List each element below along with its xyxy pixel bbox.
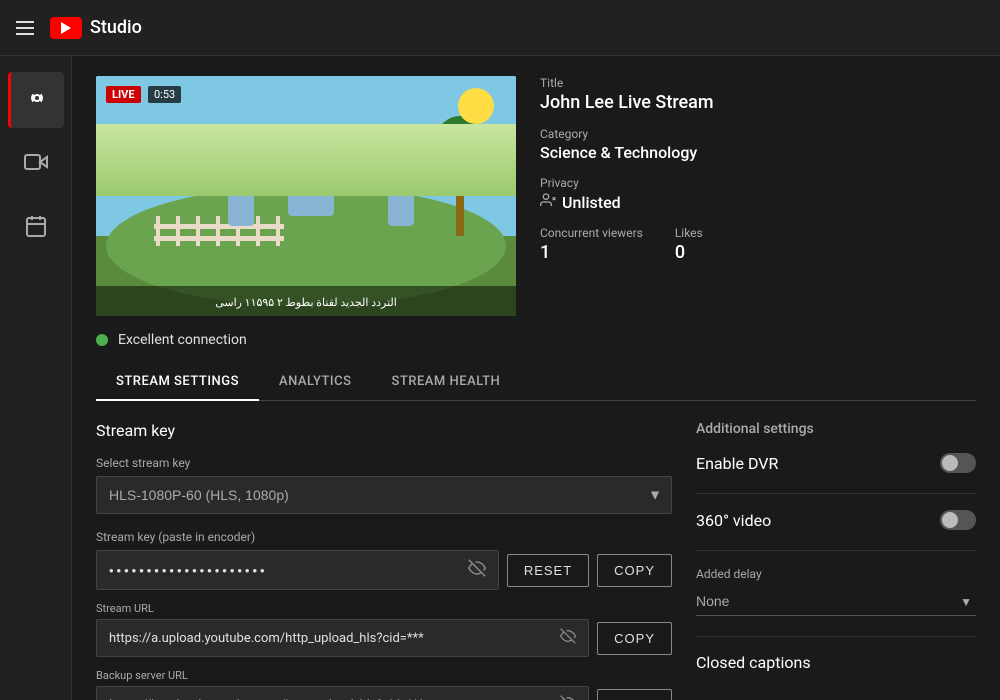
stream-key-row: RESET COPY	[96, 550, 672, 590]
concurrent-viewers: Concurrent viewers 1	[540, 226, 643, 263]
stream-url-field: https://a.upload.youtube.com/http_upload…	[96, 619, 589, 657]
privacy-value: Unlisted	[562, 193, 621, 212]
closed-captions-label: Closed captions	[696, 653, 811, 672]
camera-icon	[24, 150, 48, 179]
title-label: Title	[540, 76, 976, 90]
delay-label: Added delay	[696, 567, 976, 581]
delay-select-wrapper: None Low latency Normal latency ▼	[696, 587, 976, 616]
stream-key-input-wrapper	[96, 550, 499, 590]
sidebar-item-calendar[interactable]	[8, 200, 64, 256]
stream-key-select-wrapper: HLS-1080P-60 (HLS, 1080p) ▼	[96, 476, 672, 514]
stream-key-title: Stream key	[96, 421, 672, 440]
main-content: B! التردد الجديد لقناة بطوط ۲ ۱۱۵۹۵ راسى…	[72, 56, 1000, 700]
category-value: Science & Technology	[540, 143, 976, 162]
privacy-label: Privacy	[540, 176, 976, 190]
video-player: B! التردد الجديد لقناة بطوط ۲ ۱۱۵۹۵ راسى…	[96, 76, 516, 316]
backup-url-label: Backup server URL	[96, 669, 672, 682]
divider-3	[696, 636, 976, 637]
live-icon	[25, 86, 49, 115]
tab-stream-health[interactable]: STREAM HEALTH	[371, 364, 520, 401]
app-name: Studio	[90, 17, 142, 38]
tab-stream-settings[interactable]: STREAM SETTINGS	[96, 364, 259, 401]
stream-info: Title John Lee Live Stream Category Scie…	[540, 76, 976, 316]
top-section: B! التردد الجديد لقناة بطوط ۲ ۱۱۵۹۵ راسى…	[96, 76, 976, 316]
title-value: John Lee Live Stream	[540, 92, 976, 113]
backup-url-field: https://b.upload.youtube.com/http_upload…	[96, 686, 589, 700]
video360-toggle[interactable]	[940, 510, 976, 530]
stream-url-label: Stream URL	[96, 602, 672, 615]
connection-text: Excellent connection	[118, 332, 247, 348]
concurrent-value: 1	[540, 242, 643, 263]
visibility-toggle-icon[interactable]	[468, 559, 486, 581]
logo: Studio	[50, 17, 142, 39]
category-label: Category	[540, 127, 976, 141]
delay-select[interactable]: None Low latency Normal latency	[696, 587, 976, 616]
video360-setting-row: 360° video	[696, 510, 976, 530]
top-navigation: Studio	[0, 0, 1000, 56]
left-column: Stream key Select stream key HLS-1080P-6…	[96, 421, 672, 700]
sidebar-item-camera[interactable]	[8, 136, 64, 192]
stream-key-select[interactable]: HLS-1080P-60 (HLS, 1080p)	[96, 476, 672, 514]
copy-url-button[interactable]: COPY	[597, 622, 672, 655]
tab-analytics[interactable]: ANALYTICS	[259, 364, 372, 401]
privacy-icon	[540, 192, 556, 212]
privacy-row: Unlisted	[540, 192, 976, 212]
video360-label: 360° video	[696, 511, 771, 530]
tabs: STREAM SETTINGS ANALYTICS STREAM HEALTH	[96, 364, 976, 401]
right-column: Additional settings Enable DVR 360° vide…	[696, 421, 976, 700]
time-badge: 0:53	[148, 86, 181, 103]
select-label: Select stream key	[96, 456, 672, 470]
likes-label: Likes	[675, 226, 703, 240]
live-badge: LIVE	[106, 86, 141, 103]
video-thumbnail: B! التردد الجديد لقناة بطوط ۲ ۱۱۵۹۵ راسى	[96, 76, 516, 316]
stats-row: Concurrent viewers 1 Likes 0	[540, 226, 976, 263]
backup-url-mask-icon[interactable]	[560, 695, 576, 700]
reset-button[interactable]: RESET	[507, 554, 589, 587]
dvr-label: Enable DVR	[696, 454, 778, 473]
sidebar-item-live[interactable]	[8, 72, 64, 128]
stream-url-mask-icon[interactable]	[560, 628, 576, 648]
stream-key-input[interactable]	[109, 563, 468, 578]
copy-backup-button[interactable]: COPY	[597, 689, 672, 700]
divider-2	[696, 550, 976, 551]
stream-url-row: https://a.upload.youtube.com/http_upload…	[96, 619, 672, 657]
key-label: Stream key (paste in encoder)	[96, 530, 672, 544]
sidebar	[0, 56, 72, 700]
hamburger-menu[interactable]	[16, 21, 34, 35]
additional-settings-title: Additional settings	[696, 421, 976, 437]
connection-status: Excellent connection	[96, 332, 976, 348]
settings-area: Stream key Select stream key HLS-1080P-6…	[96, 421, 976, 700]
stream-url-value: https://a.upload.youtube.com/http_upload…	[109, 631, 424, 646]
calendar-icon	[24, 214, 48, 243]
dvr-toggle[interactable]	[940, 453, 976, 473]
youtube-icon	[50, 17, 82, 39]
svg-text:التردد الجديد لقناة بطوط ۲ ۱۱۵: التردد الجديد لقناة بطوط ۲ ۱۱۵۹۵ راسى	[215, 296, 397, 309]
concurrent-label: Concurrent viewers	[540, 226, 643, 240]
copy-key-button[interactable]: COPY	[597, 554, 672, 587]
divider-1	[696, 493, 976, 494]
likes-value: 0	[675, 242, 703, 263]
backup-url-row: https://b.upload.youtube.com/http_upload…	[96, 686, 672, 700]
dvr-setting-row: Enable DVR	[696, 453, 976, 473]
connection-dot	[96, 334, 108, 346]
likes: Likes 0	[675, 226, 703, 263]
